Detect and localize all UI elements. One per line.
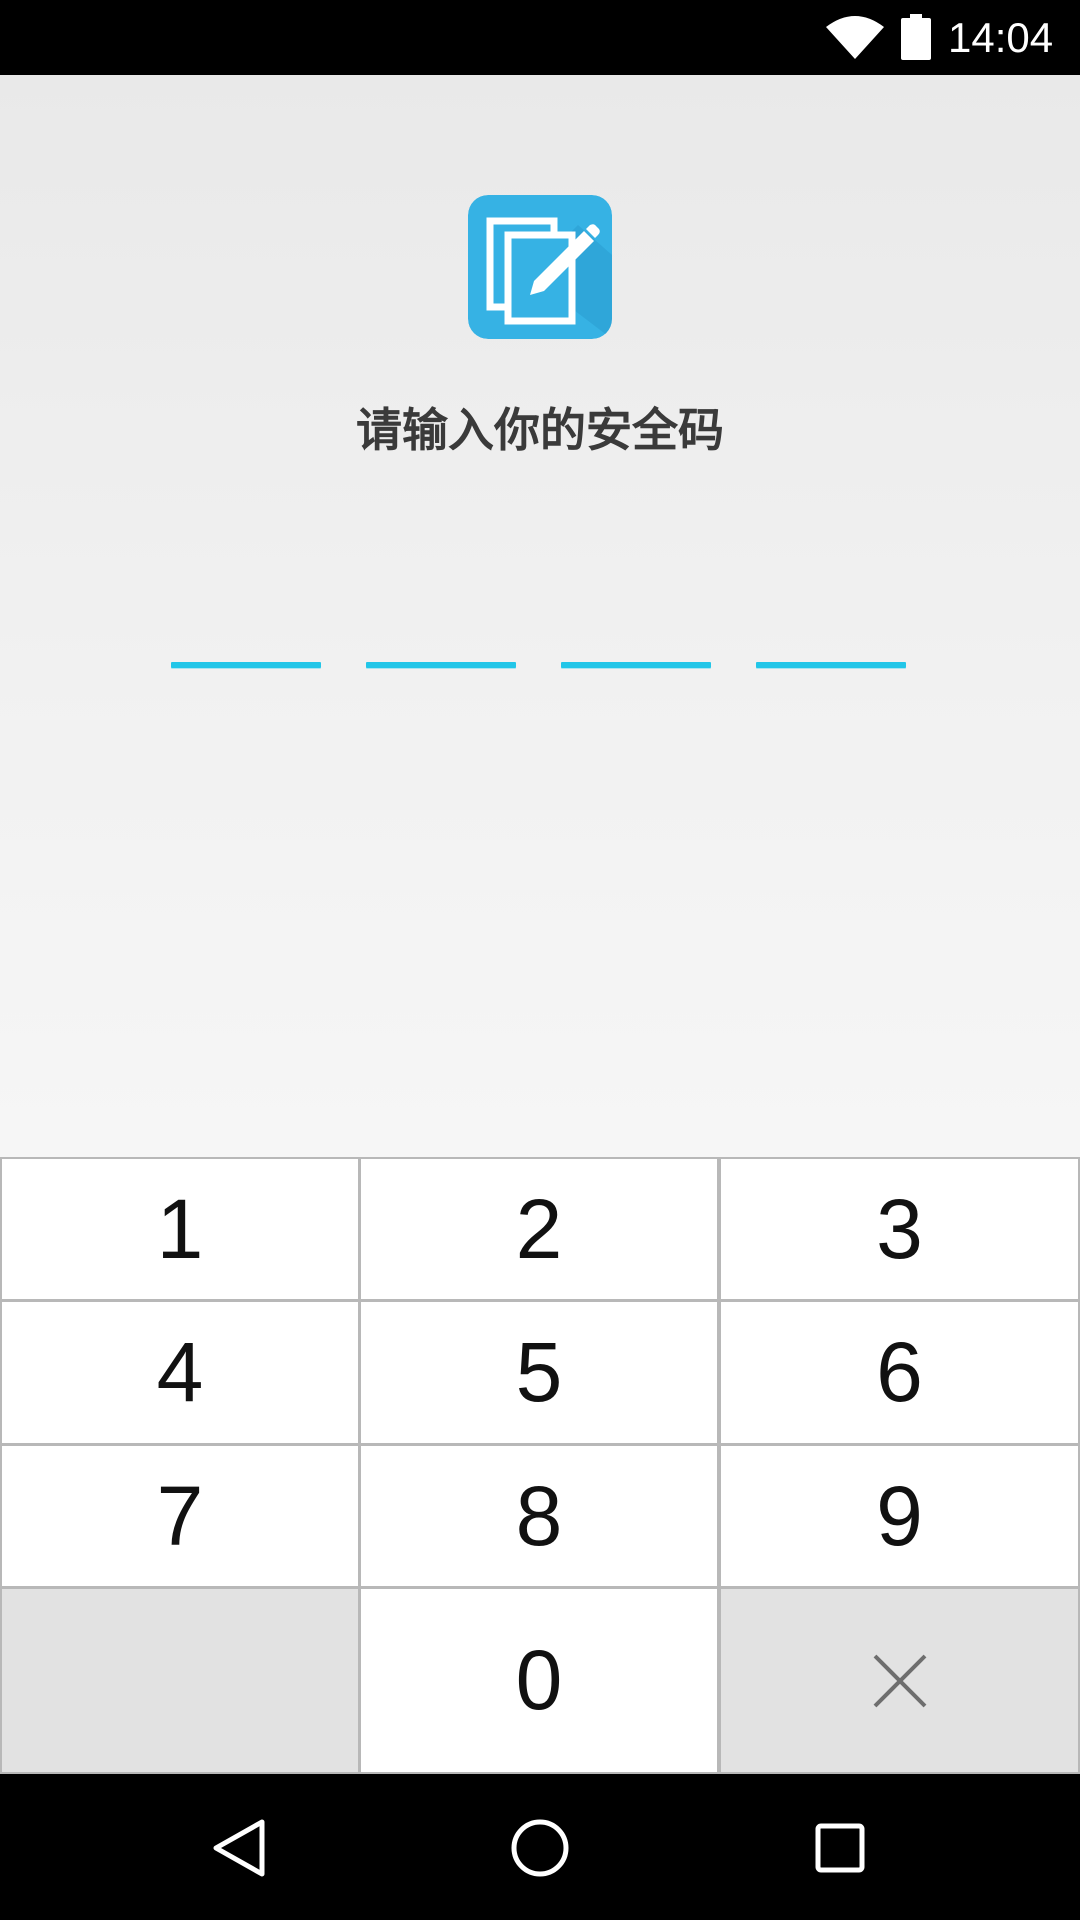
key-4[interactable]: 4 bbox=[2, 1302, 358, 1443]
pin-slot bbox=[561, 662, 711, 668]
back-triangle-icon[interactable] bbox=[208, 1816, 272, 1880]
close-icon bbox=[873, 1654, 926, 1707]
key-5[interactable]: 5 bbox=[361, 1302, 717, 1443]
key-7[interactable]: 7 bbox=[2, 1446, 358, 1586]
key-9[interactable]: 9 bbox=[721, 1446, 1078, 1586]
security-code-prompt: 请输入你的安全码 bbox=[356, 403, 724, 457]
lock-content: 请输入你的安全码 bbox=[0, 75, 1080, 1158]
pin-indicator bbox=[0, 662, 1080, 672]
navigation-bar bbox=[0, 1774, 1080, 1920]
wifi-icon bbox=[826, 16, 884, 59]
numeric-keypad: 1 2 3 4 5 6 7 8 9 0 bbox=[0, 1157, 1080, 1774]
recents-square-icon[interactable] bbox=[808, 1816, 872, 1880]
key-2[interactable]: 2 bbox=[361, 1159, 717, 1299]
home-circle-icon[interactable] bbox=[508, 1816, 572, 1880]
key-6[interactable]: 6 bbox=[721, 1302, 1078, 1443]
status-time: 14:04 bbox=[948, 14, 1054, 61]
key-3[interactable]: 3 bbox=[721, 1159, 1078, 1299]
battery-icon bbox=[901, 14, 931, 60]
pin-slot bbox=[756, 662, 906, 668]
pin-slot bbox=[171, 662, 321, 668]
status-bar: 14:04 bbox=[0, 0, 1080, 75]
key-blank bbox=[2, 1589, 358, 1772]
screen: 14:04 请输入你的安全码 1 2 3 4 5 6 7 8 9 0 bbox=[0, 0, 1080, 1920]
notepad-edit-icon bbox=[468, 195, 612, 339]
key-8[interactable]: 8 bbox=[361, 1446, 717, 1586]
key-1[interactable]: 1 bbox=[2, 1159, 358, 1299]
delete-button[interactable] bbox=[721, 1589, 1078, 1772]
pin-slot bbox=[366, 662, 516, 668]
key-0[interactable]: 0 bbox=[361, 1589, 717, 1772]
